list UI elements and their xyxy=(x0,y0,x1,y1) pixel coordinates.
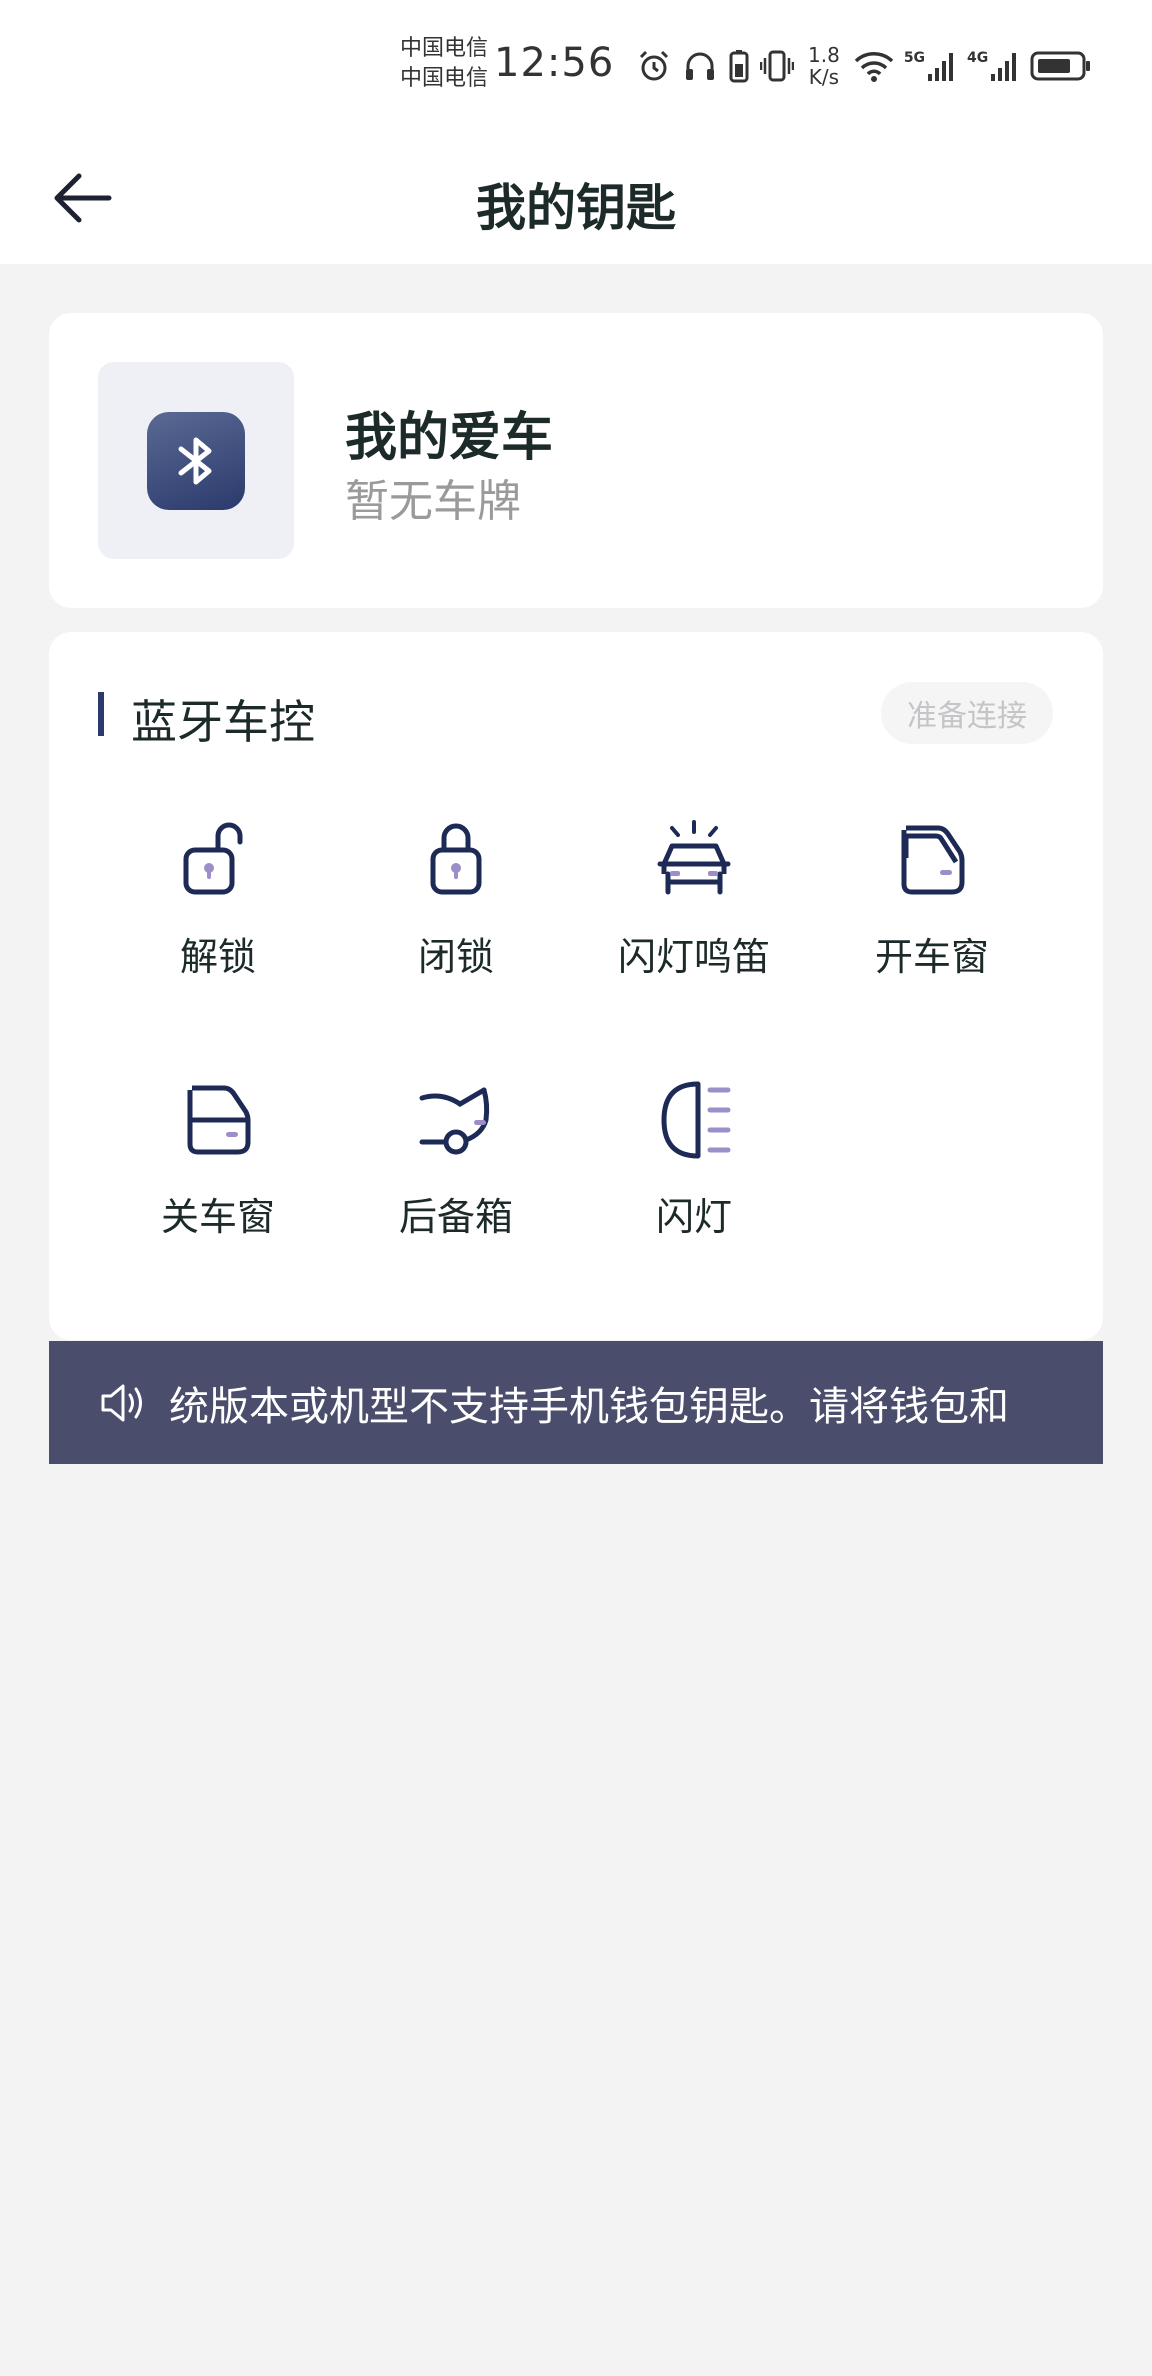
car-plate: 暂无车牌 xyxy=(345,476,521,527)
control-label: 闪灯鸣笛 xyxy=(617,935,770,979)
headphones-icon xyxy=(686,52,714,80)
speaker-icon xyxy=(101,1384,142,1421)
carrier-2: 中国电信 xyxy=(400,66,489,91)
bluetooth-icon xyxy=(178,437,212,484)
trunk-icon xyxy=(408,1072,504,1168)
network-type-1: 5G xyxy=(903,50,926,66)
connection-status-button[interactable]: 准备连接 xyxy=(881,682,1053,744)
control-label: 闪灯 xyxy=(655,1195,732,1239)
control-label: 解锁 xyxy=(179,935,256,979)
car-card[interactable]: 我的爱车 暂无车牌 xyxy=(49,313,1103,608)
battery-icon xyxy=(1030,51,1091,81)
battery-saver-icon xyxy=(729,50,749,83)
speed-value: 1.8 xyxy=(808,43,840,67)
speed-unit: K/s xyxy=(808,65,840,89)
section-marker xyxy=(98,692,104,736)
control-open-window[interactable]: 开车窗 xyxy=(827,812,1037,981)
notice-text: 统版本或机型不支持手机钱包钥匙。请将钱包和 xyxy=(169,1383,1009,1430)
status-icons: 1.8 K/s 5G 4G xyxy=(636,44,1092,88)
control-headlight[interactable]: 闪灯 xyxy=(589,1072,799,1241)
bluetooth-badge xyxy=(147,411,245,510)
flash-horn-icon xyxy=(646,812,742,908)
control-label: 关车窗 xyxy=(160,1195,275,1239)
signal-icon xyxy=(928,53,954,81)
control-trunk[interactable]: 后备箱 xyxy=(351,1072,561,1241)
status-time: 12:56 xyxy=(494,40,615,86)
bluetooth-control-card: 蓝牙车控 准备连接 解锁 闭锁 闪灯鸣笛 开车窗 关车窗 后备箱 闪灯 xyxy=(49,632,1103,1340)
network-speed: 1.8 K/s xyxy=(808,44,840,88)
control-label: 后备箱 xyxy=(398,1195,513,1239)
wifi-icon xyxy=(854,52,894,82)
control-label: 开车窗 xyxy=(874,935,989,979)
notice-bar[interactable]: 统版本或机型不支持手机钱包钥匙。请将钱包和 xyxy=(49,1341,1103,1464)
status-bar: 中国电信 中国电信 12:56 1.8 K/s 5G 4G xyxy=(0,0,1152,132)
control-lock[interactable]: 闭锁 xyxy=(351,812,561,981)
car-name: 我的爱车 xyxy=(345,408,554,468)
headlight-icon xyxy=(646,1072,742,1168)
control-flash-horn[interactable]: 闪灯鸣笛 xyxy=(589,812,799,981)
carrier-info: 中国电信 中国电信 xyxy=(400,34,488,94)
open-window-icon xyxy=(884,812,980,908)
unlock-icon xyxy=(170,812,266,908)
app-header: 我的钥匙 xyxy=(0,132,1152,264)
network-type-2: 4G xyxy=(967,50,989,66)
control-close-window[interactable]: 关车窗 xyxy=(113,1072,323,1241)
vibrate-icon xyxy=(760,50,794,82)
alarm-icon xyxy=(639,50,669,81)
control-label: 闭锁 xyxy=(417,935,494,979)
section-title: 蓝牙车控 xyxy=(131,695,315,749)
control-unlock[interactable]: 解锁 xyxy=(113,812,323,981)
lock-icon xyxy=(408,812,504,908)
close-window-icon xyxy=(170,1072,266,1168)
carrier-1: 中国电信 xyxy=(400,36,489,61)
signal-icon xyxy=(991,53,1017,81)
car-thumbnail xyxy=(98,362,294,559)
page-title: 我的钥匙 xyxy=(476,179,676,237)
